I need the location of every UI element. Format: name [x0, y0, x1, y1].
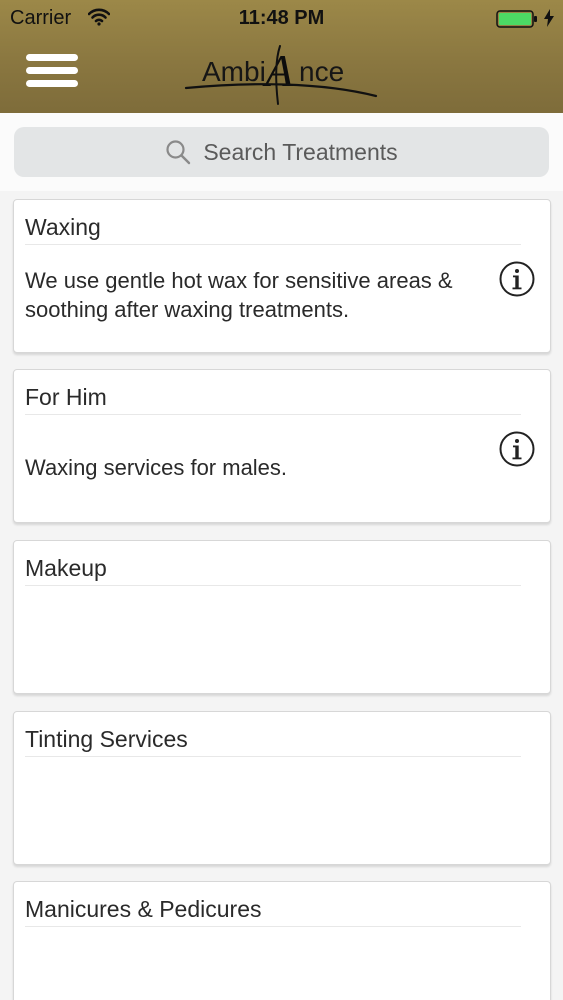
search-area: Search Treatments	[0, 113, 563, 191]
info-icon[interactable]	[498, 260, 536, 298]
card-divider	[25, 244, 521, 245]
charging-bolt-icon	[544, 9, 554, 27]
category-card-for-him[interactable]: For Him Waxing services for males.	[13, 369, 551, 523]
svg-text:nce: nce	[299, 56, 344, 87]
category-card-manicures-pedicures[interactable]: Manicures & Pedicures	[13, 881, 551, 1000]
category-card-tinting-services[interactable]: Tinting Services	[13, 711, 551, 865]
card-divider	[25, 926, 521, 927]
info-icon[interactable]	[498, 430, 536, 468]
category-title: For Him	[25, 384, 107, 410]
status-bar: Carrier 11:48 PM	[0, 0, 563, 38]
search-placeholder: Search Treatments	[203, 138, 398, 165]
battery-icon	[496, 10, 537, 28]
category-title: Makeup	[25, 555, 107, 581]
card-divider	[25, 756, 521, 757]
category-description: Waxing services for males.	[25, 455, 288, 480]
category-card-makeup[interactable]: Makeup	[13, 540, 551, 694]
svg-text:Ambi: Ambi	[202, 56, 266, 87]
search-icon	[166, 140, 191, 165]
category-card-waxing[interactable]: Waxing We use gentle hot wax for sensiti…	[13, 199, 551, 353]
search-input[interactable]: Search Treatments	[14, 127, 549, 177]
hamburger-menu-icon[interactable]	[26, 54, 80, 90]
category-title: Waxing	[25, 214, 101, 240]
app-header: Carrier 11:48 PM Ambi A nce	[0, 0, 563, 113]
card-divider	[25, 585, 521, 586]
category-title: Manicures & Pedicures	[25, 896, 262, 922]
category-description: We use gentle hot wax for sensitive area…	[25, 268, 453, 322]
card-divider	[25, 414, 521, 415]
status-time: 11:48 PM	[238, 7, 325, 29]
category-title: Tinting Services	[25, 726, 188, 752]
ambiance-logo: Ambi A nce	[184, 45, 378, 105]
